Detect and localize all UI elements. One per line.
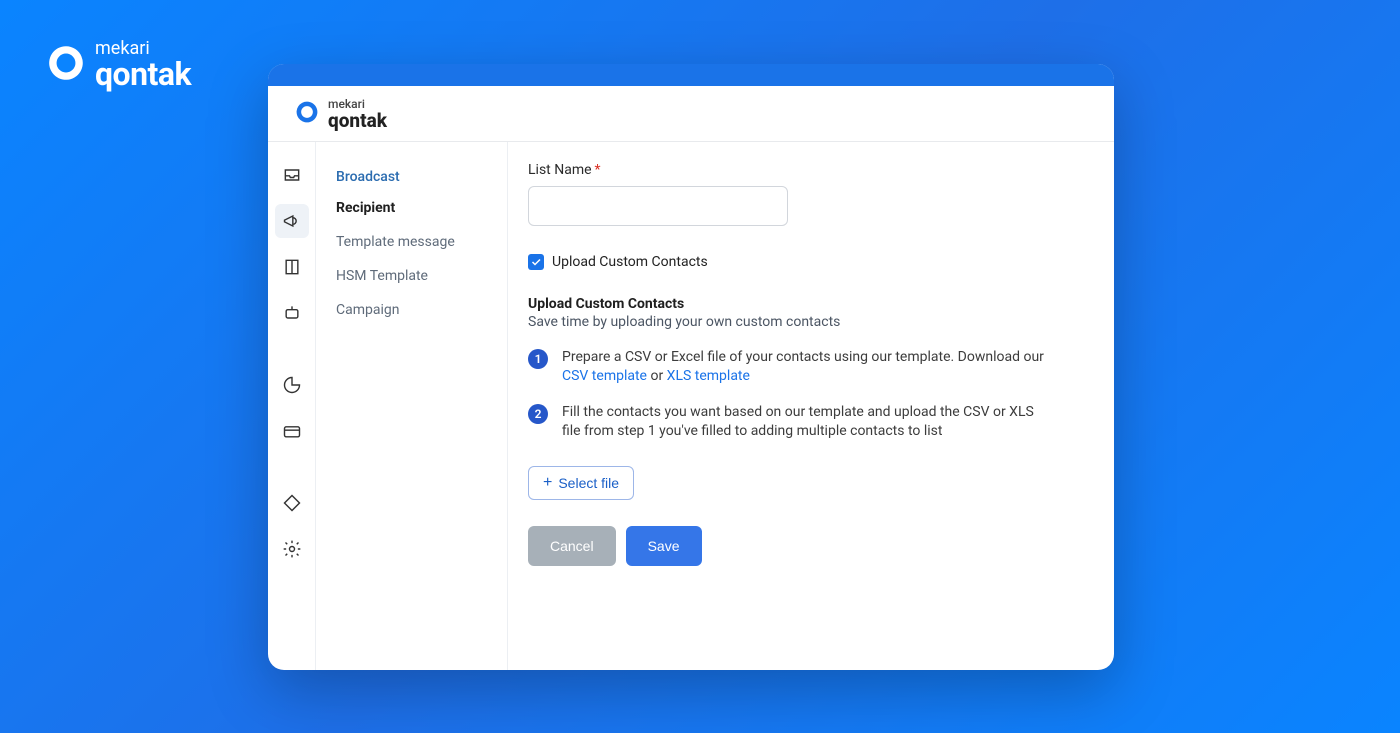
list-name-label: List Name * (528, 162, 1086, 178)
csv-template-link[interactable]: CSV template (562, 368, 647, 384)
inbox-icon (282, 165, 302, 185)
qontak-logo-icon (45, 42, 87, 88)
window-accent-bar (268, 64, 1114, 86)
rail-bot[interactable] (275, 296, 309, 330)
sub-nav: Broadcast Recipient Template message HSM… (316, 142, 508, 670)
qontak-logo-icon (294, 99, 320, 129)
upload-custom-checkbox[interactable] (528, 254, 544, 270)
upload-section-title: Upload Custom Contacts (528, 296, 1086, 312)
xls-template-link[interactable]: XLS template (667, 368, 750, 384)
book-icon (282, 257, 302, 277)
bot-icon (282, 303, 302, 323)
rail-billing[interactable] (275, 414, 309, 448)
cancel-button[interactable]: Cancel (528, 526, 616, 566)
list-name-input[interactable] (528, 186, 788, 226)
select-file-button[interactable]: + Select file (528, 466, 634, 500)
main-content: List Name * Upload Custom Contacts Uploa… (508, 142, 1114, 670)
step-1-text: Prepare a CSV or Excel file of your cont… (562, 348, 1052, 387)
step-number-badge: 2 (528, 404, 548, 424)
check-icon (530, 256, 542, 268)
rail-tags[interactable] (275, 486, 309, 520)
app-window: mekari qontak (268, 64, 1114, 670)
app-header: mekari qontak (268, 86, 1114, 142)
chart-pie-icon (282, 375, 302, 395)
brand-text-bottom: qontak (95, 58, 191, 90)
subnav-hsm-template[interactable]: HSM Template (316, 259, 507, 293)
icon-rail (268, 142, 316, 670)
subnav-header: Broadcast (316, 160, 507, 191)
rail-broadcast[interactable] (275, 204, 309, 238)
step-number-badge: 1 (528, 349, 548, 369)
plus-icon: + (543, 475, 552, 491)
rail-reports[interactable] (275, 368, 309, 402)
subnav-campaign[interactable]: Campaign (316, 293, 507, 327)
step-1: 1 Prepare a CSV or Excel file of your co… (528, 348, 1086, 387)
brand-logo-outer: mekari qontak (45, 40, 191, 90)
rail-settings[interactable] (275, 532, 309, 566)
upload-section-subtitle: Save time by uploading your own custom c… (528, 314, 1086, 330)
tag-icon (282, 493, 302, 513)
gear-icon (282, 539, 302, 559)
rail-inbox[interactable] (275, 158, 309, 192)
step-2-text: Fill the contacts you want based on our … (562, 403, 1052, 442)
upload-custom-checkbox-label: Upload Custom Contacts (552, 254, 708, 270)
megaphone-icon (282, 211, 302, 231)
app-brand-bottom: qontak (328, 111, 387, 131)
subnav-template-message[interactable]: Template message (316, 225, 507, 259)
step-2: 2 Fill the contacts you want based on ou… (528, 403, 1086, 442)
subnav-recipient[interactable]: Recipient (316, 191, 507, 225)
save-button[interactable]: Save (626, 526, 702, 566)
rail-contacts[interactable] (275, 250, 309, 284)
card-icon (282, 421, 302, 441)
